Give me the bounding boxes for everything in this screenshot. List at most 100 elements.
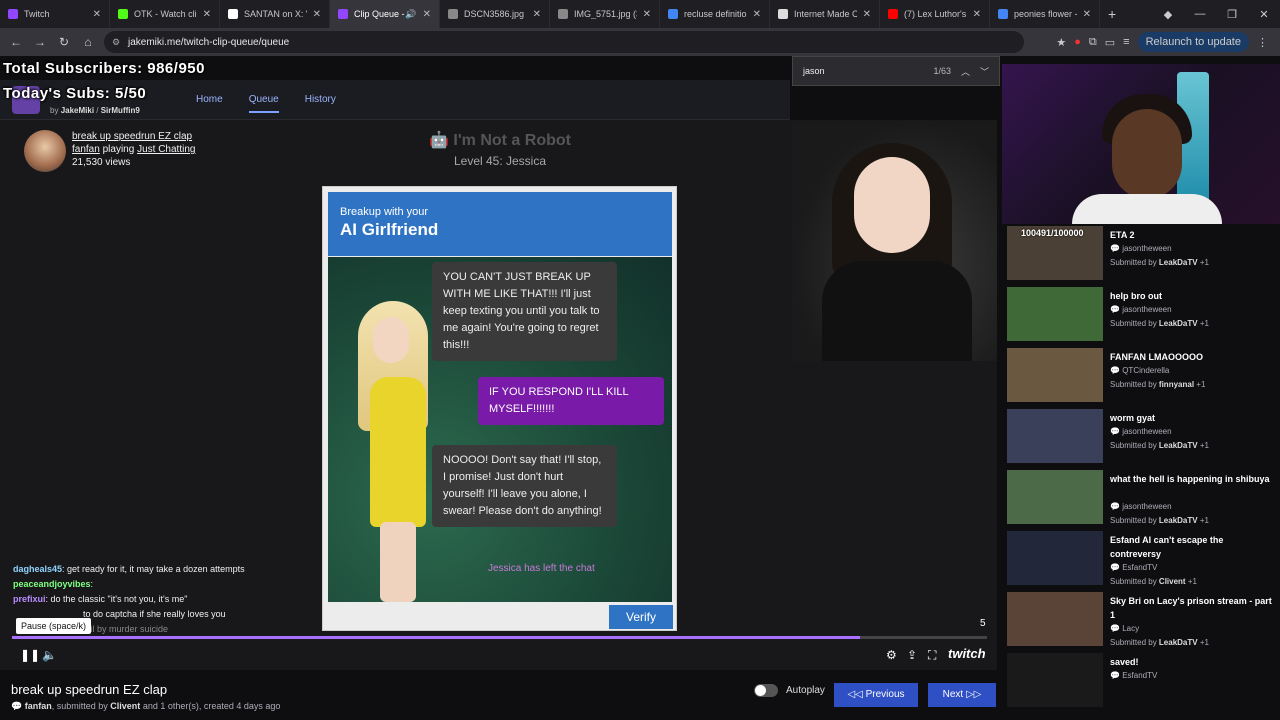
close-window-icon[interactable]: ✕ [1248,8,1280,21]
audio-icon[interactable]: 🔊 [405,9,416,20]
previous-button[interactable]: ◁◁ Previous [834,683,918,707]
clip-thumbnail [1007,470,1103,524]
progress-fill [12,636,861,639]
chat-icon: 💬 [1110,502,1120,511]
twitch-icon [8,9,18,19]
clip-game-link[interactable]: Just Chatting [137,144,195,155]
puzzle-icon[interactable]: ⧉ [1089,36,1097,49]
home-icon[interactable]: ⌂ [76,35,100,49]
chat-icon: 💬 [1110,563,1120,572]
chat-icon: 💬 [1110,305,1120,314]
close-tab-icon[interactable]: ✕ [93,9,101,20]
reload-icon[interactable]: ↻ [52,35,76,49]
volume-icon[interactable]: 🔈 [42,648,57,662]
site-info-icon[interactable]: ⚙ [112,37,120,48]
fullscreen-icon[interactable]: ⛶ [928,648,936,663]
tab-lex-luthor[interactable]: (7) Lex Luthor's R✕ [880,0,990,28]
close-tab-icon[interactable]: ✕ [533,9,541,20]
relaunch-button[interactable]: Relaunch to update [1137,32,1249,52]
close-tab-icon[interactable]: ✕ [753,9,761,20]
bookmark-star-icon[interactable]: ★ [1056,36,1066,49]
tab-santan[interactable]: SANTAN on X: "T✕ [220,0,330,28]
close-tab-icon[interactable]: ✕ [643,9,651,20]
window-controls: ◆ — ❐ ✕ [1152,0,1280,28]
find-next-icon[interactable]: ﹀ [980,65,989,78]
reading-icon[interactable]: ≡ [1123,36,1129,48]
queue-item[interactable]: Sky Bri on Lacy's prison stream - part 1… [1007,592,1277,650]
message-bubble: NOOOO! Don't say that! I'll stop, I prom… [432,445,617,527]
find-prev-icon[interactable]: ︿ [961,65,970,78]
tab-recluse[interactable]: recluse definition ✕ [660,0,770,28]
game-level: Level 45: Jessica [453,154,547,168]
twitch-icon [338,9,348,19]
autoplay-toggle[interactable] [754,684,778,697]
twitch-logo[interactable]: twitch [948,646,986,661]
queue-sidebar: 100491/100000 ETA 2 💬 jasontheween Submi… [1002,224,1280,720]
queue-item[interactable]: saved! 💬 EsfandTV [1007,653,1277,711]
clip-user-link[interactable]: fanfan [72,144,100,155]
image-icon [448,9,458,19]
clip-counter: 5 [980,618,986,629]
tab-otk[interactable]: OTK - Watch clip ✕ [110,0,220,28]
close-tab-icon[interactable]: ✕ [1083,9,1091,20]
youtube-icon [888,9,898,19]
clip-views: 21,530 views [72,157,131,168]
chat-icon: 💬 [1110,671,1120,680]
close-tab-icon[interactable]: ✕ [863,9,871,20]
chat-message: peaceandjoyvibes: [13,579,94,589]
maximize-icon[interactable]: ❐ [1216,8,1248,21]
share-icon[interactable]: ⇪ [907,648,917,662]
queue-item[interactable]: help bro out 💬 jasontheween Submitted by… [1007,287,1277,345]
close-tab-icon[interactable]: ✕ [313,9,321,20]
address-bar: ← → ↻ ⌂ ⚙ jakemiki.me/twitch-clip-queue/q… [0,28,1280,56]
clip-thumbnail [1007,653,1103,707]
google-icon [668,9,678,19]
clip-title-link[interactable]: break up speedrun EZ clap [72,130,195,143]
tab-clip-queue[interactable]: Clip Queue - 🔊 ✕ [330,0,440,28]
url-field[interactable]: ⚙ jakemiki.me/twitch-clip-queue/queue [104,31,1024,53]
author-link[interactable]: JakeMiki [61,106,94,115]
image-icon [558,9,568,19]
nav-queue[interactable]: Queue [248,94,279,113]
settings-gear-icon[interactable]: ⚙ [886,648,897,662]
chat-icon: 💬 [1110,366,1120,375]
queue-item[interactable]: worm gyat 💬 jasontheween Submitted by Le… [1007,409,1277,467]
back-icon[interactable]: ← [4,35,28,49]
verify-button[interactable]: Verify [609,605,673,629]
captcha-box: Breakup with your AI Girlfriend YOU CAN'… [322,186,677,631]
tab-internet-made[interactable]: Internet Made Co ✕ [770,0,880,28]
footer-clip-meta: 💬 fanfan, submitted by Clivent and 1 oth… [11,701,281,711]
minimize-icon[interactable]: — [1184,8,1216,20]
clip-thumbnail [1007,348,1103,402]
queue-item[interactable]: Esfand AI can't escape the contreversy 💬… [1007,531,1277,589]
chat-icon: 💬 [11,701,23,711]
queue-item[interactable]: 100491/100000 ETA 2 💬 jasontheween Submi… [1007,226,1277,284]
chat-message: prefixui: do the classic "it's not you, … [13,594,188,604]
author-link[interactable]: SirMuffin9 [101,106,140,115]
extension-icon[interactable]: ● [1074,36,1081,48]
close-tab-icon[interactable]: ✕ [423,9,431,20]
avatar[interactable] [24,130,66,172]
tab-peonies[interactable]: peonies flower - ✕ [990,0,1100,28]
menu-icon[interactable]: ⋮ [1257,36,1268,49]
nav-home[interactable]: Home [196,94,223,113]
pause-icon[interactable]: ❚❚ [20,648,40,662]
next-button[interactable]: Next ▷▷ [928,683,996,707]
tab-search-icon[interactable]: ▭ [1105,36,1115,49]
find-input[interactable]: jason [803,66,825,76]
close-tab-icon[interactable]: ✕ [203,9,211,20]
queue-item[interactable]: what the hell is happening in shibuya 💬 … [1007,470,1277,528]
close-tab-icon[interactable]: ✕ [973,9,981,20]
new-tab-icon[interactable]: + [1108,6,1116,22]
tab-dscn[interactable]: DSCN3586.jpg (3✕ [440,0,550,28]
kick-icon [118,9,128,19]
message-bubble-sent: IF YOU RESPOND I'LL KILL MYSELF!!!!!!! [478,377,664,425]
forward-icon[interactable]: → [28,35,52,49]
tab-img[interactable]: IMG_5751.jpg (3 ✕ [550,0,660,28]
chat-icon: 💬 [1110,624,1120,633]
queue-item[interactable]: FANFAN LMAOOOOO 💬 QTCinderella Submitted… [1007,348,1277,406]
nav-history[interactable]: History [305,94,336,113]
tab-twitch[interactable]: Twitch ✕ [0,0,110,28]
progress-bar[interactable] [12,636,987,639]
profile-icon[interactable]: ◆ [1152,8,1184,21]
